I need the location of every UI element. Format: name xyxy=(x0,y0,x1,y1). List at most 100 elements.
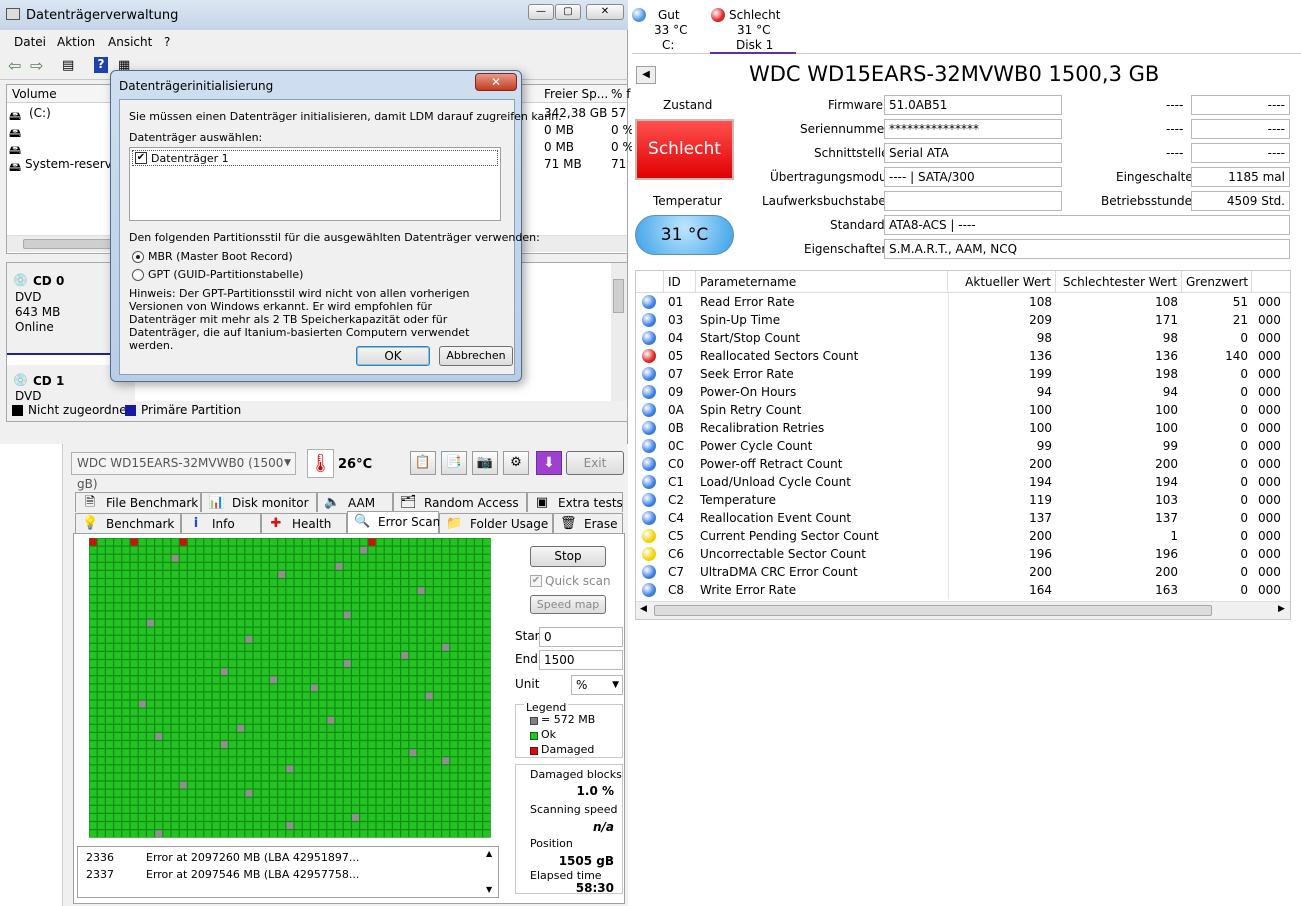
smart-row[interactable]: C2 Temperature 119 103 0 000 xyxy=(636,491,1290,509)
hscroll-thumb[interactable] xyxy=(654,605,1212,616)
tab-health[interactable]: ✚ Health xyxy=(261,513,347,533)
smart-row[interactable]: 03 Spin-Up Time 209 171 21 000 xyxy=(636,311,1290,329)
mbr-label[interactable]: MBR (Master Boot Record) xyxy=(148,250,293,263)
col-parameter-name[interactable]: Parametername xyxy=(696,271,948,293)
disk-map-vscrollbar[interactable] xyxy=(611,263,627,401)
ok-block xyxy=(261,611,269,619)
save-download-icon[interactable]: ⬇ xyxy=(536,451,562,475)
ok-block xyxy=(393,733,400,740)
tab-disk-monitor[interactable]: 📊 Disk monitor xyxy=(201,492,317,512)
unit-select[interactable]: % ▼ xyxy=(571,675,623,695)
smart-hscrollbar[interactable]: ◀ ▶ xyxy=(636,601,1290,619)
disk-tab-disk1[interactable]: Schlecht 31 °C Disk 1 xyxy=(710,6,796,54)
maximize-button[interactable]: ▢ xyxy=(555,4,581,20)
smart-row[interactable]: 07 Seek Error Rate 199 198 0 000 xyxy=(636,365,1290,383)
ok-block xyxy=(237,635,245,643)
start-input[interactable]: 0 xyxy=(539,627,623,647)
smart-row[interactable]: 0C Power Cycle Count 99 99 0 000 xyxy=(636,437,1290,455)
tab-random-access[interactable]: 🗂 Random Access xyxy=(393,492,527,512)
console-tree-icon[interactable]: ▤ xyxy=(62,58,74,73)
disk-listbox[interactable]: ✔ Datenträger 1 xyxy=(129,147,501,221)
error-scan-block-map xyxy=(89,538,491,838)
disk-tab-c[interactable]: Gut 33 °C C: xyxy=(632,6,700,52)
tab-aam[interactable]: 🔈 AAM xyxy=(317,492,393,512)
scroll-left-icon[interactable]: ◀ xyxy=(640,604,647,614)
col-current-value[interactable]: Aktueller Wert xyxy=(948,271,1056,293)
ok-block xyxy=(97,805,105,813)
tab-folder-usage[interactable]: 📁 Folder Usage xyxy=(439,513,553,533)
dialog-close-button[interactable]: ✕ xyxy=(475,73,517,91)
smart-row[interactable]: C4 Reallocation Event Count 137 137 0 000 xyxy=(636,509,1290,527)
smart-row[interactable]: 0B Recalibration Retries 100 100 0 000 xyxy=(636,419,1290,437)
col-threshold[interactable]: Grenzwert xyxy=(1182,271,1252,293)
ok-block xyxy=(220,773,228,781)
smart-row[interactable]: C7 UltraDMA CRC Error Count 200 200 0 000 xyxy=(636,563,1290,581)
menu-datei[interactable]: Datei xyxy=(14,35,46,49)
col-status[interactable] xyxy=(636,271,664,293)
menu-ansicht[interactable]: Ansicht xyxy=(108,35,152,49)
exit-button[interactable]: Exit xyxy=(566,451,624,475)
error-log[interactable]: 2336 Error at 2097260 MB (LBA 42951897..… xyxy=(77,846,499,898)
col-worst-value[interactable]: Schlechtester Wert xyxy=(1056,271,1182,293)
col-free-space[interactable]: Freier Sp... xyxy=(544,87,608,101)
col-id[interactable]: ID xyxy=(664,271,696,293)
screenshot-camera-icon[interactable]: 📷 xyxy=(472,451,498,475)
menu-aktion[interactable]: Aktion xyxy=(57,35,95,49)
drive-select[interactable]: WDC WD15EARS-32MVWB0 (1500 gB) ▼ xyxy=(71,452,296,491)
ok-block xyxy=(261,579,269,586)
close-button[interactable]: ✕ xyxy=(586,4,624,20)
col-free-pct[interactable]: % f xyxy=(611,87,630,101)
quick-scan-label[interactable]: Quick scan xyxy=(545,574,611,588)
speed-map-button[interactable]: Speed map xyxy=(530,595,606,614)
end-input[interactable]: 1500 xyxy=(539,650,623,670)
smart-row[interactable]: C8 Write Error Rate 164 163 0 000 xyxy=(636,581,1290,599)
options-icon[interactable]: ⚙ xyxy=(503,451,529,475)
smart-row[interactable]: 05 Reallocated Sectors Count 136 136 140 000 xyxy=(636,347,1290,365)
ok-block xyxy=(122,595,130,603)
tab-erase[interactable]: 🗑 Erase xyxy=(553,513,623,533)
ok-block xyxy=(114,733,122,740)
ok-block xyxy=(327,554,335,562)
ok-block xyxy=(475,562,482,570)
tab-file-benchmark[interactable]: 🗎 File Benchmark xyxy=(75,492,201,512)
menu-help[interactable]: ? xyxy=(164,35,170,49)
scroll-down-icon[interactable]: ▼ xyxy=(486,885,492,894)
disk-list-item[interactable]: ✔ Datenträger 1 xyxy=(132,150,498,166)
back-arrow-icon[interactable]: ⇦ xyxy=(8,56,21,75)
col-volume[interactable]: Volume xyxy=(12,87,57,101)
stop-button[interactable]: Stop xyxy=(530,546,606,567)
ok-button[interactable]: OK xyxy=(356,346,430,366)
ok-block xyxy=(450,619,458,627)
disk-checkbox[interactable]: ✔ xyxy=(135,152,147,164)
copy-options-icon[interactable]: 📑 xyxy=(441,451,467,475)
tab-extra-tests[interactable]: ▣ Extra tests xyxy=(527,492,623,512)
tab-error-scan[interactable]: 🔍 Error Scan xyxy=(347,511,440,534)
minimize-button[interactable]: — xyxy=(528,4,554,20)
tab-info[interactable]: i Info xyxy=(181,513,261,533)
col-raw-value[interactable] xyxy=(1252,271,1290,293)
smart-row[interactable]: C5 Current Pending Sector Count 200 1 0 000 xyxy=(636,527,1290,545)
quick-scan-checkbox[interactable]: ✔ xyxy=(530,575,542,587)
smart-row[interactable]: C6 Uncorrectable Sector Count 196 196 0 000 xyxy=(636,545,1290,563)
temperature-pill[interactable]: 31 °C xyxy=(635,215,734,255)
smart-row[interactable]: C0 Power-off Retract Count 200 200 0 000 xyxy=(636,455,1290,473)
gpt-label[interactable]: GPT (GUID-Partitionstabelle) xyxy=(148,268,303,281)
smart-row[interactable]: 0A Spin Retry Count 100 100 0 000 xyxy=(636,401,1290,419)
smart-row[interactable]: C1 Load/Unload Cycle Count 194 194 0 000 xyxy=(636,473,1290,491)
copy-text-icon[interactable]: 📋 xyxy=(410,451,436,475)
mbr-radio[interactable] xyxy=(132,251,144,263)
health-status-button[interactable]: Schlecht xyxy=(635,119,734,180)
prev-disk-button[interactable]: ◀ xyxy=(636,66,656,84)
tab-benchmark[interactable]: 💡 Benchmark xyxy=(75,513,181,533)
smart-row[interactable]: 04 Start/Stop Count 98 98 0 000 xyxy=(636,329,1290,347)
vscroll-thumb[interactable] xyxy=(613,279,624,313)
gpt-radio[interactable] xyxy=(132,269,144,281)
ok-block xyxy=(196,562,204,570)
smart-row[interactable]: 01 Read Error Rate 108 108 51 000 xyxy=(636,293,1290,311)
forward-arrow-icon[interactable]: ⇨ xyxy=(30,56,43,75)
scroll-up-icon[interactable]: ▲ xyxy=(486,849,492,858)
help-icon[interactable]: ? xyxy=(94,57,108,73)
cancel-button[interactable]: Abbrechen xyxy=(439,346,513,366)
smart-row[interactable]: 09 Power-On Hours 94 94 0 000 xyxy=(636,383,1290,401)
scroll-right-icon[interactable]: ▶ xyxy=(1278,604,1285,614)
